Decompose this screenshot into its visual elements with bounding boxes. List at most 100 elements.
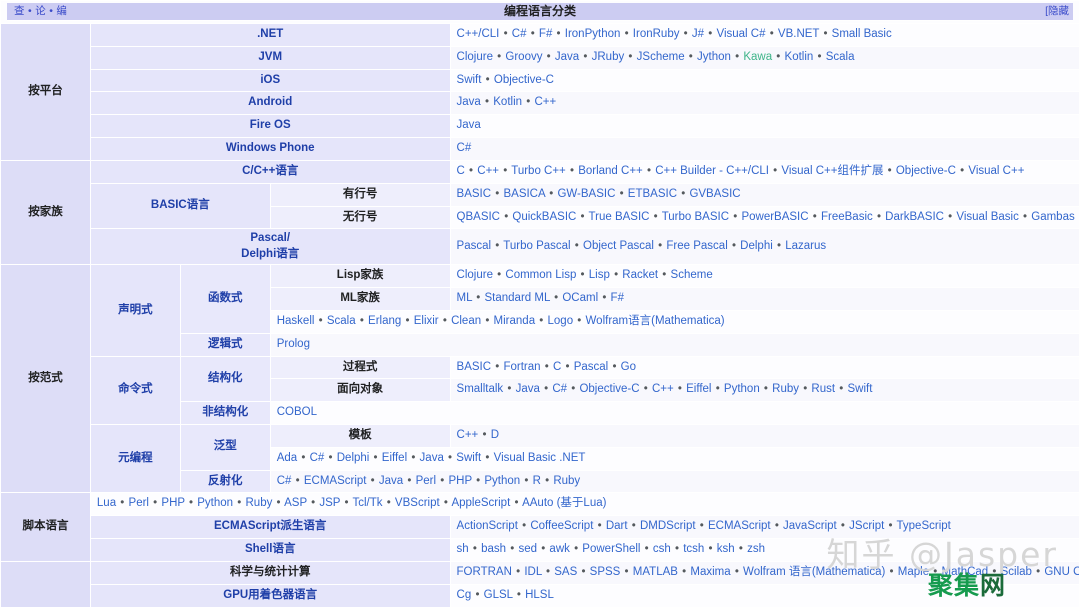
language-link[interactable]: Ada [277,452,301,464]
language-link[interactable]: J# [689,28,708,40]
language-link[interactable]: bash [478,543,509,555]
hide-toggle-link[interactable]: [隐藏 [1045,3,1069,19]
language-link[interactable]: Common Lisp [502,269,579,281]
language-link[interactable]: PHP [158,497,188,509]
language-link[interactable]: COBOL [277,406,317,418]
language-link[interactable]: Scheme [667,269,713,281]
language-link[interactable]: Objective-C [491,74,554,86]
row-items-dotnet[interactable]: C++/CLI • C# • F# • IronPython • IronRub… [449,23,1080,47]
language-link[interactable]: Clean [448,315,484,327]
row-items-jvm[interactable]: Clojure • Groovy • Java • JRuby • JSchem… [449,45,1080,70]
row-label-unstructured[interactable]: 非结构化 [179,401,271,426]
language-link[interactable]: Java [376,475,407,487]
row-items-scripting-general[interactable]: Lua • Perl • PHP • Python • Ruby • ASP •… [89,492,1080,517]
language-link[interactable]: Kawa [740,51,775,63]
row-label-shell[interactable]: Shell语言 [89,538,451,562]
row-items-generic-other[interactable]: Ada • C# • Delphi • Eiffel • Java • Swif… [269,446,1080,471]
language-link[interactable]: C++/CLI [457,28,503,40]
language-link[interactable]: Delphi [737,240,776,252]
language-link[interactable]: TypeScript [894,520,951,532]
language-link[interactable]: Ruby [242,497,275,509]
language-link[interactable]: Logo [544,315,576,327]
language-link[interactable]: Jython [694,51,734,63]
row-items-gpu-shader[interactable]: Cg • GLSL • HLSL [449,583,1080,607]
language-link[interactable]: sh [457,543,472,555]
language-link[interactable]: Turbo C++ [508,165,569,177]
row-items-basic-unnumbered[interactable]: QBASIC • QuickBASIC • True BASIC • Turbo… [449,205,1080,230]
language-link[interactable]: Gambas [1028,211,1078,223]
row-items-windows-phone[interactable]: C# [449,137,1080,161]
language-link[interactable]: SPSS [586,566,623,578]
language-link[interactable]: Erlang [365,315,405,327]
row-label-functional[interactable]: 函数式 [179,264,271,334]
row-items-lisp-family[interactable]: Clojure • Common Lisp • Lisp • Racket • … [449,264,1080,289]
row-label-android[interactable]: Android [89,91,451,116]
language-link[interactable]: R [529,475,544,487]
language-link[interactable]: ksh [714,543,738,555]
language-link[interactable]: ECMAScript [705,520,774,532]
language-link[interactable]: Wolfram语言(Mathematica) [582,315,725,327]
language-link[interactable]: GVBASIC [686,188,740,200]
language-link[interactable]: zsh [744,543,765,555]
language-link[interactable]: VB.NET [775,28,823,40]
row-items-ml-family[interactable]: ML • Standard ML • OCaml • F# [449,287,1080,311]
row-label-template[interactable]: 模板 [269,424,451,448]
language-link[interactable]: QuickBASIC [509,211,579,223]
language-link[interactable]: Python [721,383,763,395]
language-link[interactable]: Objective-C [576,383,642,395]
row-label-windows-phone[interactable]: Windows Phone [89,137,451,161]
language-link[interactable]: Java [457,96,485,108]
language-link[interactable]: AAuto (基于Lua) [520,497,606,509]
language-link[interactable]: IronRuby [630,28,683,40]
language-link[interactable]: Rust [808,383,838,395]
row-label-generic[interactable]: 泛型 [179,424,271,471]
language-link[interactable]: ECMAScript [301,475,370,487]
language-link[interactable]: Maple [895,566,933,578]
language-link[interactable]: Smalltalk [457,383,507,395]
language-link[interactable]: Kotlin [490,96,525,108]
row-label-c-cpp[interactable]: C/C++语言 [89,159,451,184]
language-link[interactable]: PowerBASIC [738,211,812,223]
language-link[interactable]: GLSL [480,589,515,601]
row-label-procedural[interactable]: 过程式 [269,355,451,380]
row-label-gpu-shader[interactable]: GPU用着色器语言 [89,583,451,607]
language-link[interactable]: Eiffel [683,383,715,395]
language-link[interactable]: Perl [412,475,439,487]
language-link[interactable]: C++ Builder - C++/CLI [652,165,772,177]
language-link[interactable]: Pascal [571,361,612,373]
language-link[interactable]: Elixir [411,315,442,327]
language-link[interactable]: Racket [619,269,661,281]
language-link[interactable]: Haskell [277,315,318,327]
language-link[interactable]: C++ [457,429,482,441]
language-link[interactable]: GNU Octave [1041,566,1078,578]
language-link[interactable]: Visual Basic .NET [490,452,586,464]
row-label-structured[interactable]: 结构化 [179,355,271,403]
row-items-reflective[interactable]: C# • ECMAScript • Java • Perl • PHP • Py… [269,469,1080,494]
language-link[interactable]: DMDScript [637,520,699,532]
language-link[interactable]: C [457,165,469,177]
language-link[interactable]: C++ [649,383,677,395]
row-label-logic[interactable]: 逻辑式 [179,332,271,357]
row-items-shell[interactable]: sh • bash • sed • awk • PowerShell • csh… [449,538,1080,562]
language-link[interactable]: Small Basic [828,28,892,40]
language-link[interactable]: C# [277,475,295,487]
language-link[interactable]: FreeBasic [818,211,876,223]
language-link[interactable]: C [550,361,565,373]
language-link[interactable]: Turbo Pascal [500,240,574,252]
language-link[interactable]: Miranda [490,315,538,327]
language-link[interactable]: C# [457,142,472,154]
language-link[interactable]: PowerShell [579,543,644,555]
language-link[interactable]: Visual Basic [953,211,1022,223]
language-link[interactable]: Delphi [334,452,373,464]
language-link[interactable]: C++ [531,96,556,108]
language-link[interactable]: D [488,429,499,441]
language-link[interactable]: Python [194,497,236,509]
language-link[interactable]: JavaScript [780,520,840,532]
language-link[interactable]: PHP [445,475,475,487]
language-link[interactable]: BASIC [457,188,495,200]
language-link[interactable]: Kotlin [781,51,816,63]
row-items-functional-other[interactable]: Haskell • Scala • Erlang • Elixir • Clea… [269,309,1080,334]
language-link[interactable]: BASICA [500,188,548,200]
row-label-declarative[interactable]: 声明式 [89,264,181,357]
row-items-unstructured[interactable]: COBOL [269,401,1080,426]
